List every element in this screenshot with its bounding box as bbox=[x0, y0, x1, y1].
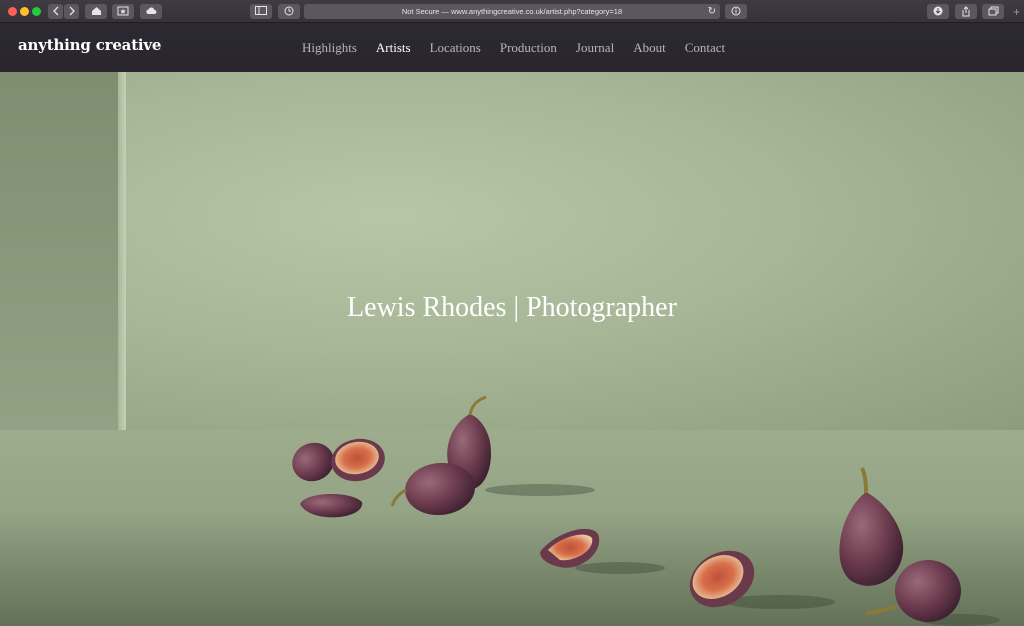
address-bar[interactable]: Not Secure — www.anythingcreative.co.uk/… bbox=[304, 4, 720, 19]
zoom-window-button[interactable] bbox=[32, 7, 41, 16]
share-icon bbox=[962, 6, 970, 17]
share-button[interactable] bbox=[955, 4, 977, 19]
nav-link-production[interactable]: Production bbox=[500, 40, 557, 56]
downloads-button[interactable] bbox=[927, 4, 949, 19]
close-window-button[interactable] bbox=[8, 7, 17, 16]
minimize-window-button[interactable] bbox=[20, 7, 29, 16]
bookmark-icon bbox=[117, 6, 129, 16]
new-tab-icon[interactable]: + bbox=[1013, 6, 1020, 18]
site-logo[interactable]: anything creative bbox=[18, 36, 161, 54]
home-icon bbox=[91, 7, 101, 15]
main-nav: Highlights Artists Locations Production Jour… bbox=[302, 40, 744, 56]
info-icon bbox=[731, 6, 741, 16]
fig-lying bbox=[895, 560, 961, 622]
chevron-right-icon bbox=[69, 6, 75, 16]
address-text: Not Secure — www.anythingcreative.co.uk/… bbox=[401, 7, 623, 16]
tabs-overview-button[interactable] bbox=[982, 4, 1004, 19]
nav-link-about[interactable]: About bbox=[633, 40, 666, 56]
figs-illustration bbox=[292, 395, 1000, 626]
download-icon bbox=[933, 6, 943, 16]
reload-icon[interactable]: ↻ bbox=[708, 4, 716, 19]
sidebar-icon bbox=[255, 6, 267, 15]
fig-standing bbox=[839, 492, 904, 586]
bookmarks-button[interactable] bbox=[112, 4, 134, 19]
nav-link-artists[interactable]: Artists bbox=[376, 40, 411, 56]
site-header: anything creative Highlights Artists Locat… bbox=[0, 23, 1024, 72]
browser-titlebar: Not Secure — www.anythingcreative.co.uk/… bbox=[0, 0, 1024, 23]
sidebar-toggle-button[interactable] bbox=[250, 4, 272, 19]
nav-link-contact[interactable]: Contact bbox=[685, 40, 725, 56]
history-button[interactable] bbox=[278, 4, 300, 19]
hero-image: Lewis Rhodes | Photographer bbox=[0, 72, 1024, 626]
nav-link-locations[interactable]: Locations bbox=[430, 40, 481, 56]
icloud-tabs-button[interactable] bbox=[140, 4, 162, 19]
reader-info-button[interactable] bbox=[725, 4, 747, 19]
chevron-left-icon bbox=[52, 6, 58, 16]
home-button[interactable] bbox=[85, 4, 107, 19]
fig-wedge bbox=[300, 493, 363, 518]
nav-link-highlights[interactable]: Highlights bbox=[302, 40, 357, 56]
nav-link-journal[interactable]: Journal bbox=[576, 40, 614, 56]
cloud-icon bbox=[146, 7, 157, 14]
forward-button[interactable] bbox=[64, 4, 79, 19]
back-button[interactable] bbox=[48, 4, 63, 19]
clock-icon bbox=[284, 6, 294, 16]
hero-title: Lewis Rhodes | Photographer bbox=[347, 292, 677, 323]
tabs-icon bbox=[988, 6, 998, 16]
